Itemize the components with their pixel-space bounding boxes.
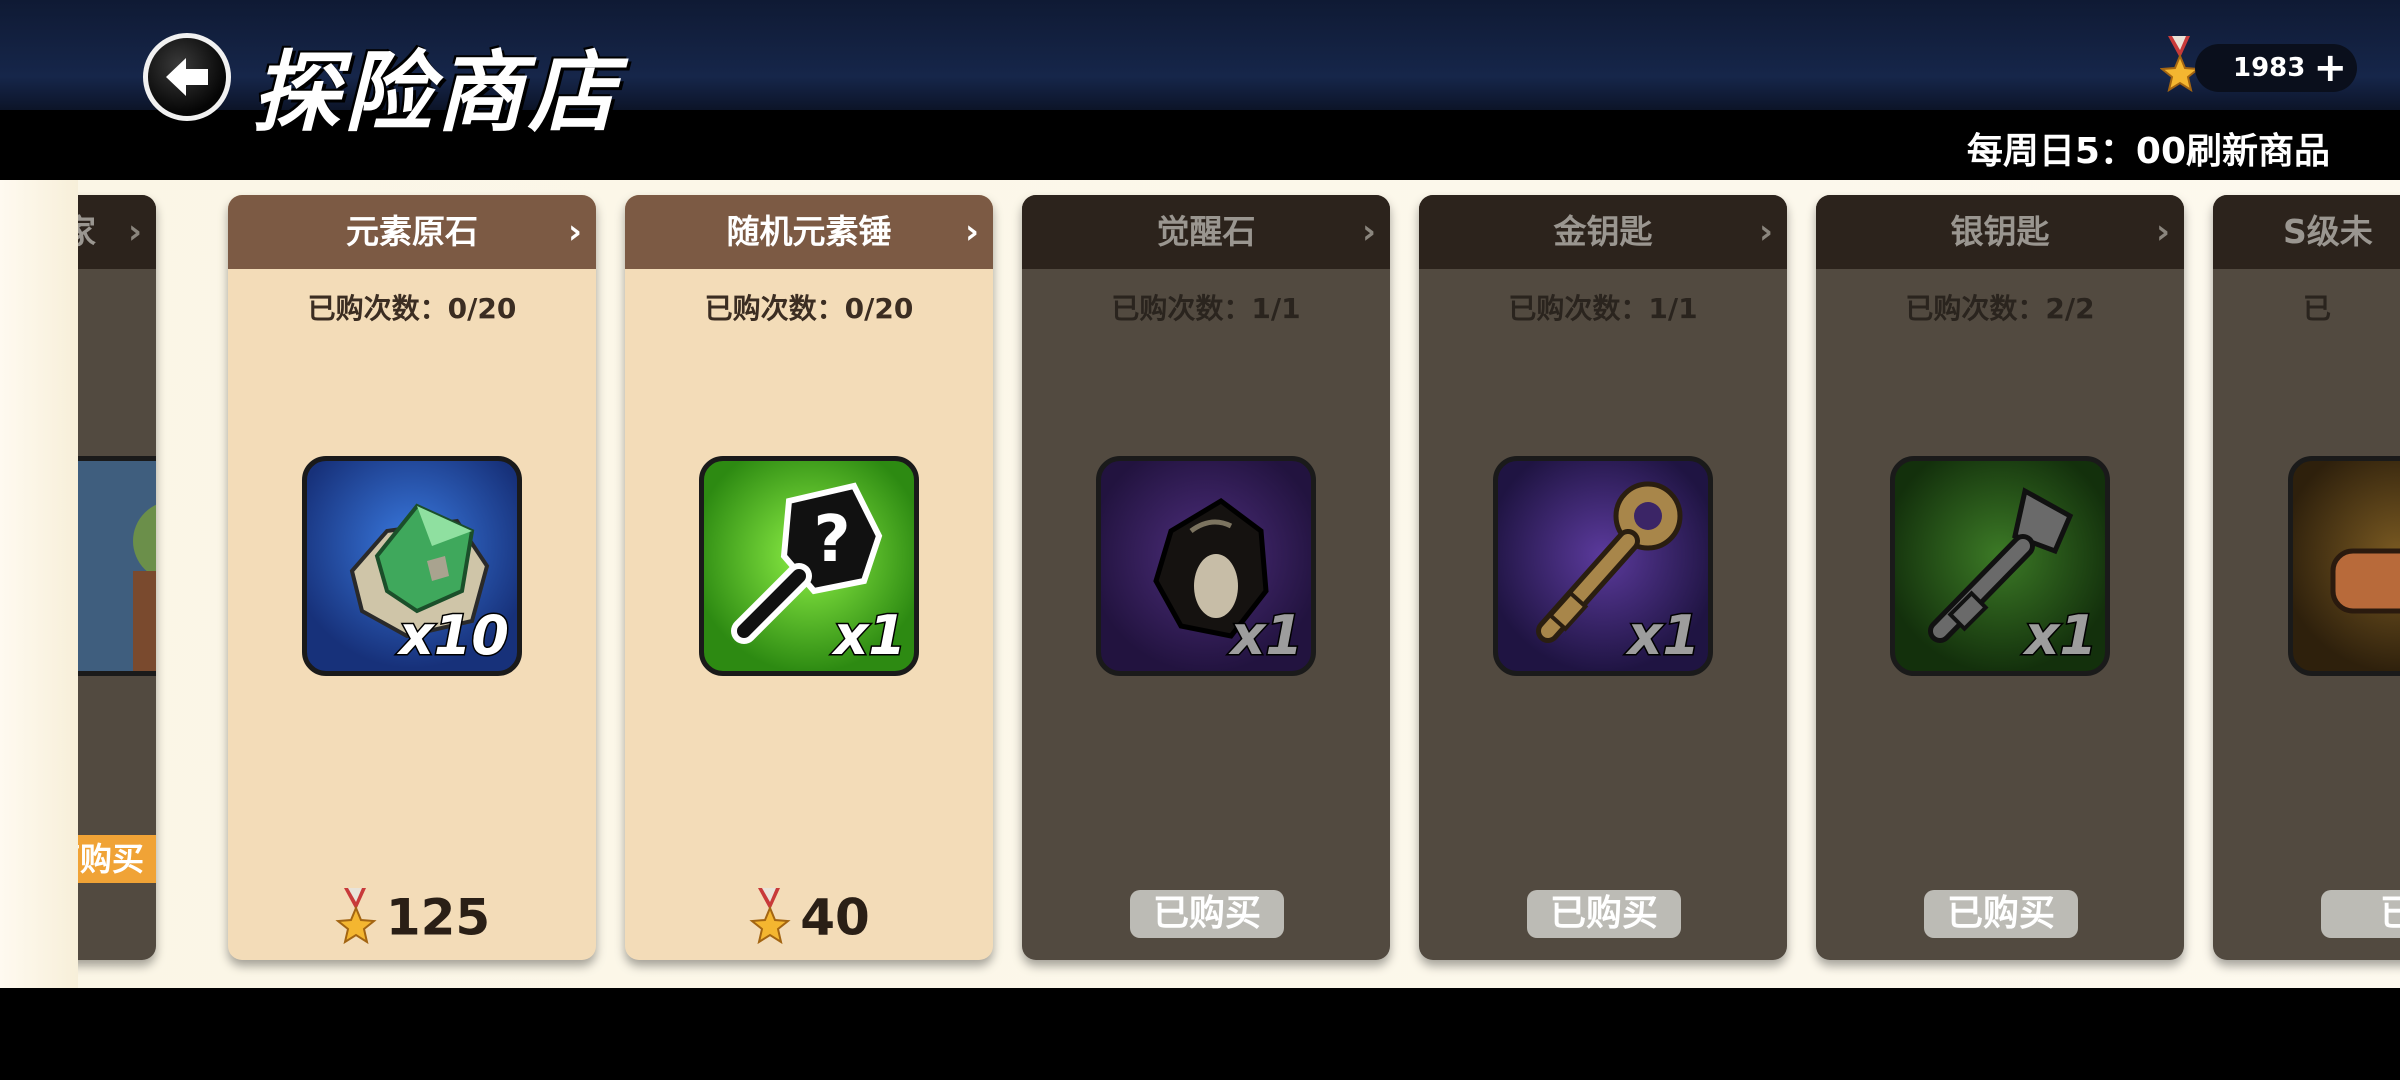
- purchased-badge: 已购买: [1527, 890, 1681, 938]
- card-title: 随机元素锤: [726, 212, 892, 251]
- purchase-count: 已购次数：0/20: [307, 292, 517, 325]
- back-button[interactable]: [143, 33, 231, 121]
- svg-text:?: ?: [813, 503, 850, 577]
- card-header: 藏家 ›: [78, 195, 156, 269]
- chevron-right-icon: ›: [2155, 212, 2170, 252]
- card-title: 觉醒石: [1156, 212, 1256, 251]
- currency-amount: 1983: [2233, 53, 2306, 83]
- purchase-count: 已购次数：1/1: [1111, 292, 1301, 325]
- item-icon-box: x1: [1493, 456, 1713, 676]
- back-arrow-icon: [166, 58, 208, 96]
- card-header: 觉醒石 ›: [1022, 195, 1390, 269]
- refresh-notice: 每周日5：00刷新商品: [1966, 131, 2330, 172]
- chevron-right-icon: ›: [964, 212, 979, 252]
- price-display: 40: [625, 885, 993, 948]
- shop-card-silver-key[interactable]: 银钥匙 › 已购次数：2/2 x1 已购买: [1816, 195, 2184, 960]
- medal-currency-icon: [749, 887, 791, 944]
- item-icon-box: ? x1: [699, 456, 919, 676]
- unlock-requirement-tag: 后可购买: [78, 835, 156, 883]
- card-title: 银钥匙: [1950, 212, 2050, 251]
- price-value: 40: [800, 888, 870, 947]
- item-icon-box: [2288, 456, 2400, 676]
- item-icon-box: x1: [1890, 456, 2110, 676]
- shop-card-element-stone[interactable]: 元素原石 › 已购次数：0/20 x10 125: [228, 195, 596, 960]
- chevron-right-icon: ›: [1361, 212, 1376, 252]
- item-icon-box: x10: [302, 456, 522, 676]
- card-title: 藏家: [78, 212, 96, 251]
- shop-card-awakening-stone[interactable]: 觉醒石 › 已购次数：1/1 x1 已购买: [1022, 195, 1390, 960]
- price-display: 125: [228, 885, 596, 948]
- item-quantity: x1: [1626, 603, 1701, 669]
- card-header: 随机元素锤 ›: [625, 195, 993, 269]
- card-title: S级未: [2283, 212, 2373, 251]
- item-quantity: x10: [398, 603, 511, 669]
- shop-card-random-element-hammer[interactable]: 随机元素锤 › 已购次数：0/20 ? x1 40: [625, 195, 993, 960]
- card-header: 元素原石 ›: [228, 195, 596, 269]
- card-title: 元素原石: [346, 212, 478, 251]
- purchase-count: 已购次数：2/2: [1905, 292, 2095, 325]
- purchase-count: /1: [78, 287, 156, 320]
- purchased-badge: 已购买: [1130, 890, 1284, 938]
- purchase-count: 已: [2303, 292, 2332, 325]
- currency-display: 1983 +: [2195, 44, 2357, 92]
- card-header: 银钥匙 ›: [1816, 195, 2184, 269]
- purchase-count: 已购次数：1/1: [1508, 292, 1698, 325]
- purchase-count: 已购次数：0/20: [704, 292, 914, 325]
- item-quantity: x1: [2023, 603, 2098, 669]
- scroll-icon: [2330, 548, 2400, 614]
- card-title: 金钥匙: [1553, 212, 1653, 251]
- add-currency-button[interactable]: +: [2313, 45, 2347, 91]
- item-icon-box: [78, 456, 156, 676]
- chevron-right-icon: ›: [127, 212, 142, 252]
- purchased-badge: 已: [2321, 890, 2400, 938]
- tree-icon: [78, 461, 156, 671]
- shop-card-gold-key[interactable]: 金钥匙 › 已购次数：1/1 x1 已购买: [1419, 195, 1787, 960]
- medal-currency-icon: [2160, 36, 2200, 93]
- left-edge-strip: [0, 180, 78, 988]
- chevron-right-icon: ›: [1758, 212, 1773, 252]
- chevron-right-icon: ›: [567, 212, 582, 252]
- shop-card-collector[interactable]: 藏家 › /1 后可购买: [78, 195, 156, 960]
- item-icon-box: x1: [1096, 456, 1316, 676]
- item-quantity: x1: [1229, 603, 1304, 669]
- bottom-bar: [0, 988, 2400, 1080]
- page-title: 探险商店: [252, 40, 621, 144]
- card-header: S级未: [2213, 195, 2400, 269]
- purchased-badge: 已购买: [1924, 890, 2078, 938]
- shop-cards-container: 藏家 › /1 后可购买 元素原石 › 已购次数：0/20 x10: [78, 180, 2400, 988]
- medal-currency-icon: [335, 887, 377, 944]
- price-value: 125: [385, 888, 491, 947]
- item-quantity: x1: [832, 603, 907, 669]
- shop-card-s-rank[interactable]: S级未 已 已: [2213, 195, 2400, 960]
- card-header: 金钥匙 ›: [1419, 195, 1787, 269]
